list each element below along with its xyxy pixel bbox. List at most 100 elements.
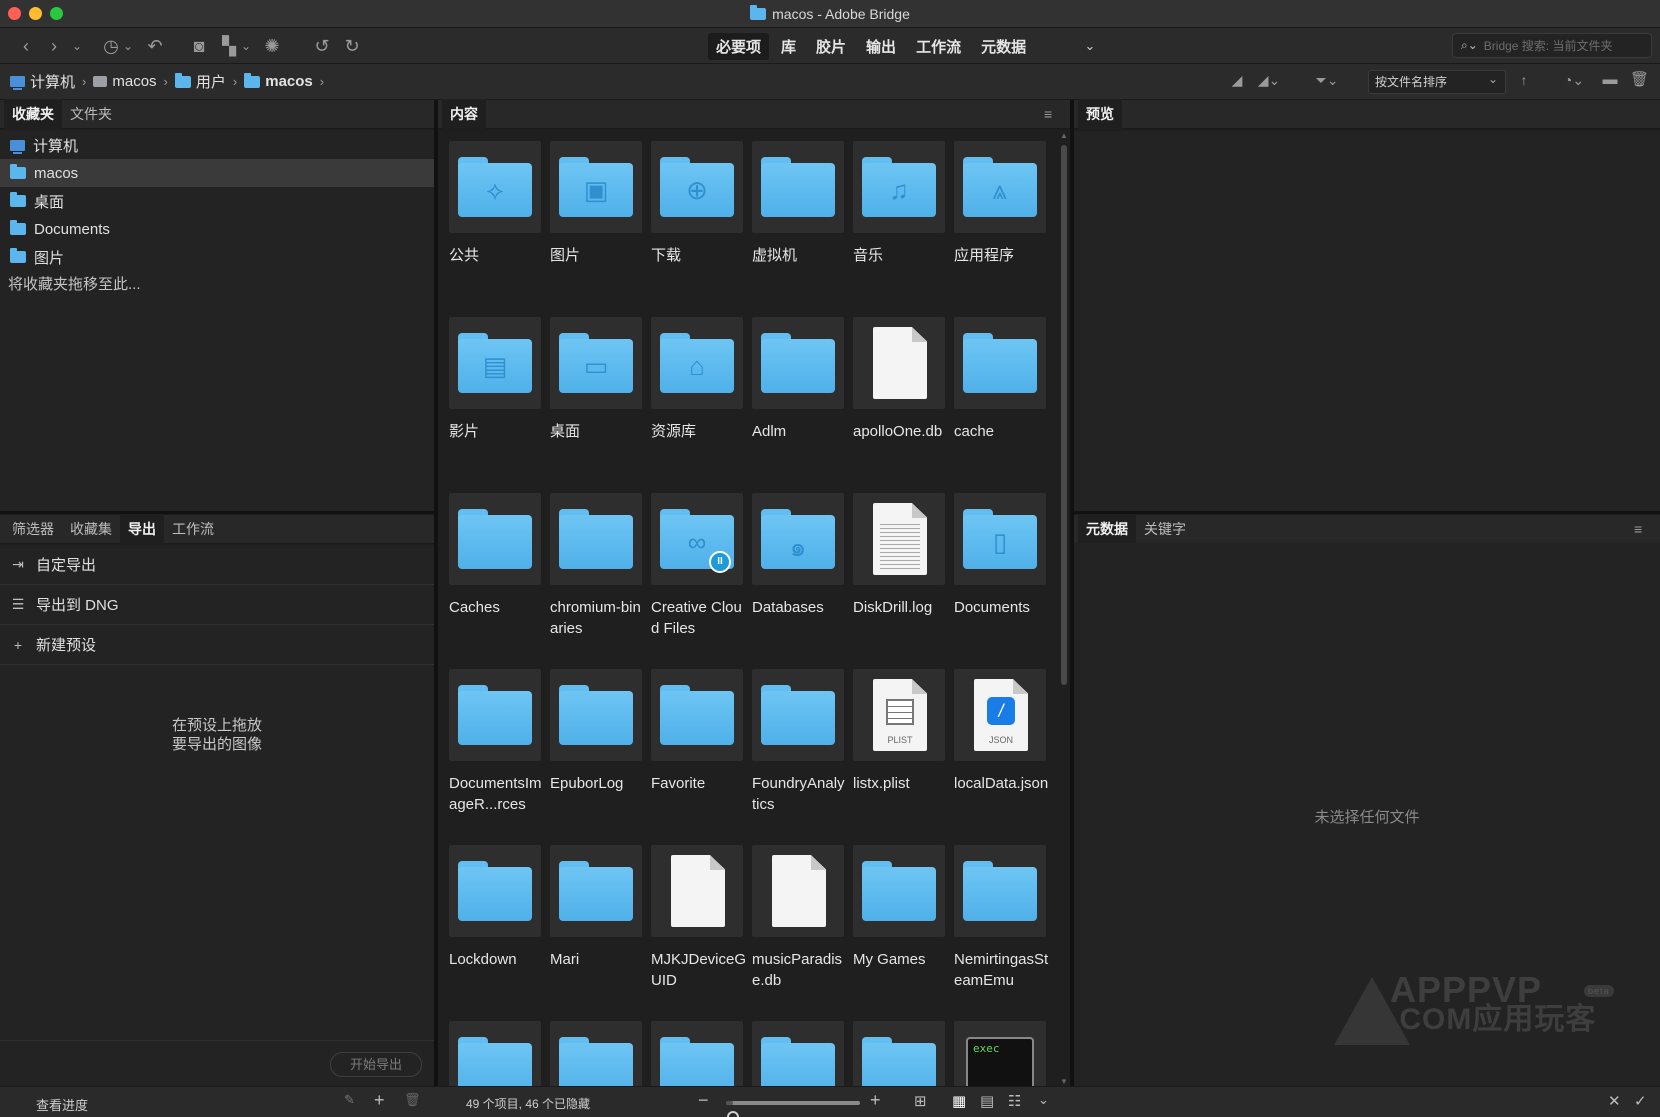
grid-lock-icon[interactable]: ⊞ [914, 1092, 927, 1110]
file-thumbnail[interactable] [853, 1021, 945, 1086]
file-name[interactable]: apolloOne.db [853, 421, 949, 442]
file-name[interactable]: 公共 [449, 245, 545, 266]
file-thumbnail[interactable]: ♫ [853, 141, 945, 233]
scroll-down-icon[interactable]: ▼ [1060, 1077, 1068, 1086]
content-scrollbar[interactable]: ▲ ▼ [1058, 131, 1070, 1086]
view-progress-link[interactable]: 查看进度 [36, 1095, 88, 1114]
tab-collections[interactable]: 收藏集 [62, 514, 120, 544]
file-thumbnail[interactable] [752, 1021, 844, 1086]
file-name[interactable]: 图片 [550, 245, 646, 266]
list-view-icon[interactable]: ☷ [1008, 1092, 1021, 1110]
breadcrumb-computer[interactable]: 计算机 [10, 71, 75, 92]
workspace-more-chevron-icon[interactable]: ⌄ [1082, 34, 1098, 58]
file-name[interactable]: chromium-binaries [550, 597, 646, 639]
file-thumbnail[interactable]: ⌂ [651, 317, 743, 409]
file-name[interactable]: 资源库 [651, 421, 747, 442]
workspace-output[interactable]: 输出 [858, 33, 904, 60]
forward-icon[interactable]: › [46, 34, 62, 58]
rotate-left-icon[interactable]: ↺ [312, 34, 332, 58]
export-item-new-preset[interactable]: + 新建预设 [0, 625, 434, 665]
delete-icon[interactable]: 🗑 [404, 1092, 421, 1108]
slider-knob[interactable] [726, 1111, 739, 1117]
file-thumbnail[interactable] [752, 317, 844, 409]
tab-keywords[interactable]: 关键字 [1136, 514, 1194, 544]
file-name[interactable]: EpuborLog [550, 773, 646, 794]
panel-menu-icon[interactable]: ≡ [1044, 106, 1052, 122]
new-folder-icon[interactable]: ▬ [1600, 68, 1620, 92]
trash-icon[interactable]: 🗑 [1630, 68, 1649, 92]
details-view-icon[interactable]: ▤ [980, 1092, 994, 1110]
file-name[interactable]: FoundryAnalytics [752, 773, 848, 815]
file-name[interactable]: Lockdown [449, 949, 545, 970]
favorite-item-documents[interactable]: Documents [0, 215, 434, 243]
sync-icon[interactable]: ✺ [262, 34, 282, 58]
tab-filter[interactable]: 筛选器 [4, 514, 62, 544]
file-thumbnail[interactable] [853, 845, 945, 937]
chevron-down-icon[interactable]: ⌄ [240, 34, 252, 58]
file-name[interactable]: listx.plist [853, 773, 949, 794]
file-thumbnail[interactable] [651, 845, 743, 937]
file-name[interactable]: 虚拟机 [752, 245, 848, 266]
camera-icon[interactable]: ◙ [188, 34, 210, 58]
rating-filter-icon[interactable]: ◢⌄ [1256, 68, 1282, 92]
file-name[interactable]: Databases [752, 597, 848, 618]
file-thumbnail[interactable]: ⩓ [954, 141, 1046, 233]
file-thumbnail[interactable] [853, 317, 945, 409]
file-thumbnail[interactable]: ▤ [449, 317, 541, 409]
workspace-libraries[interactable]: 库 [773, 33, 804, 60]
file-thumbnail[interactable] [550, 493, 642, 585]
chevron-down-icon[interactable]: ⌄ [122, 34, 134, 58]
file-thumbnail[interactable]: exec [954, 1021, 1046, 1086]
file-thumbnail[interactable]: ▭ [550, 317, 642, 409]
filter-icon[interactable]: ⏷⌄ [1310, 68, 1344, 92]
file-name[interactable]: 音乐 [853, 245, 949, 266]
tab-workflow[interactable]: 工作流 [164, 514, 222, 544]
workspace-essentials[interactable]: 必要项 [708, 33, 770, 60]
file-thumbnail[interactable] [550, 669, 642, 761]
file-name[interactable]: Caches [449, 597, 545, 618]
file-thumbnail[interactable]: PLIST [853, 669, 945, 761]
file-name[interactable]: cache [954, 421, 1050, 442]
file-thumbnail[interactable]: / JSON [954, 669, 1046, 761]
file-thumbnail[interactable] [449, 1021, 541, 1086]
close-window-button[interactable] [8, 7, 21, 20]
file-thumbnail[interactable] [954, 845, 1046, 937]
workspace-filmstrip[interactable]: 胶片 [808, 33, 854, 60]
favorite-item-pictures[interactable]: 图片 [0, 243, 434, 271]
breadcrumb-macos-drive[interactable]: macos [93, 73, 157, 90]
file-name[interactable]: 桌面 [550, 421, 646, 442]
file-thumbnail[interactable] [449, 493, 541, 585]
file-name[interactable]: Adlm [752, 421, 848, 442]
file-name[interactable]: NemirtingasSteamEmu [954, 949, 1050, 991]
scroll-up-icon[interactable]: ▲ [1060, 131, 1068, 140]
thumbnail-view-icon[interactable]: ▦ [952, 1092, 966, 1110]
favorite-item-macos[interactable]: macos [0, 159, 434, 187]
favorite-item-desktop[interactable]: 桌面 [0, 187, 434, 215]
file-thumbnail[interactable] [550, 845, 642, 937]
file-name[interactable]: musicParadise.db [752, 949, 848, 991]
file-name[interactable]: localData.json [954, 773, 1050, 794]
boomerang-icon[interactable]: ↶ [146, 34, 164, 58]
tab-favorites[interactable]: 收藏夹 [4, 99, 62, 129]
tab-metadata[interactable]: 元数据 [1078, 514, 1136, 544]
file-name[interactable]: 应用程序 [954, 245, 1050, 266]
file-thumbnail[interactable]: ⊕ [651, 141, 743, 233]
file-thumbnail[interactable] [752, 669, 844, 761]
file-name[interactable]: Favorite [651, 773, 747, 794]
tab-export[interactable]: 导出 [120, 514, 164, 544]
breadcrumb-users[interactable]: 用户 [174, 71, 226, 92]
file-thumbnail[interactable]: ∞ II [651, 493, 743, 585]
file-thumbnail[interactable]: ▣ [550, 141, 642, 233]
scrollbar-thumb[interactable] [1061, 145, 1067, 685]
tab-preview[interactable]: 预览 [1078, 99, 1122, 129]
cancel-icon[interactable]: ✕ [1608, 1092, 1621, 1110]
thumbnail-size-slider[interactable] [726, 1101, 860, 1117]
file-thumbnail[interactable] [853, 493, 945, 585]
minimize-window-button[interactable] [29, 7, 42, 20]
file-thumbnail[interactable]: ⟡ [449, 141, 541, 233]
file-thumbnail[interactable]: ๑ [752, 493, 844, 585]
sort-ascending-icon[interactable]: ↑ [1516, 68, 1532, 92]
file-thumbnail[interactable] [449, 669, 541, 761]
file-thumbnail[interactable] [651, 1021, 743, 1086]
favorite-item-computer[interactable]: 计算机 [0, 131, 434, 159]
